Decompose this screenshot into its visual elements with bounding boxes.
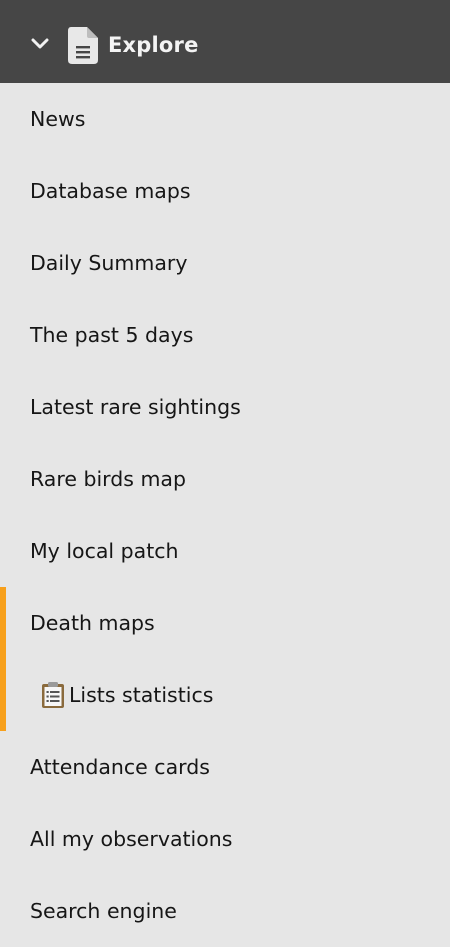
menu-item-label: Search engine [30, 899, 177, 923]
menu-item-news[interactable]: News [0, 83, 450, 155]
menu-item-label: Death maps [30, 611, 155, 635]
menu-item-label: Latest rare sightings [30, 395, 241, 419]
menu-item-label: Lists statistics [69, 683, 214, 707]
menu-item-past-5-days[interactable]: The past 5 days [0, 299, 450, 371]
explore-header[interactable]: Explore [0, 0, 450, 83]
menu-item-label: News [30, 107, 86, 131]
menu-item-daily-summary[interactable]: Daily Summary [0, 227, 450, 299]
menu-item-my-local-patch[interactable]: My local patch [0, 515, 450, 587]
clipboard-icon [42, 682, 64, 708]
menu-item-label: Attendance cards [30, 755, 210, 779]
document-icon [68, 27, 98, 64]
chevron-down-icon [31, 38, 49, 49]
menu-item-all-my-observations[interactable]: All my observations [0, 803, 450, 875]
menu-item-search-engine[interactable]: Search engine [0, 875, 450, 947]
menu-item-label: My local patch [30, 539, 179, 563]
menu-item-database-maps[interactable]: Database maps [0, 155, 450, 227]
menu-item-lists-statistics[interactable]: Lists statistics [0, 659, 450, 731]
menu-item-latest-rare-sightings[interactable]: Latest rare sightings [0, 371, 450, 443]
menu-item-death-maps[interactable]: Death maps [0, 587, 450, 659]
menu-item-label: Rare birds map [30, 467, 186, 491]
menu-item-label: All my observations [30, 827, 233, 851]
menu-item-rare-birds-map[interactable]: Rare birds map [0, 443, 450, 515]
explore-menu: News Database maps Daily Summary The pas… [0, 83, 450, 946]
header-title: Explore [108, 33, 199, 57]
menu-item-label: The past 5 days [30, 323, 194, 347]
menu-item-attendance-cards[interactable]: Attendance cards [0, 731, 450, 803]
menu-item-label: Daily Summary [30, 251, 188, 275]
menu-item-label: Database maps [30, 179, 191, 203]
